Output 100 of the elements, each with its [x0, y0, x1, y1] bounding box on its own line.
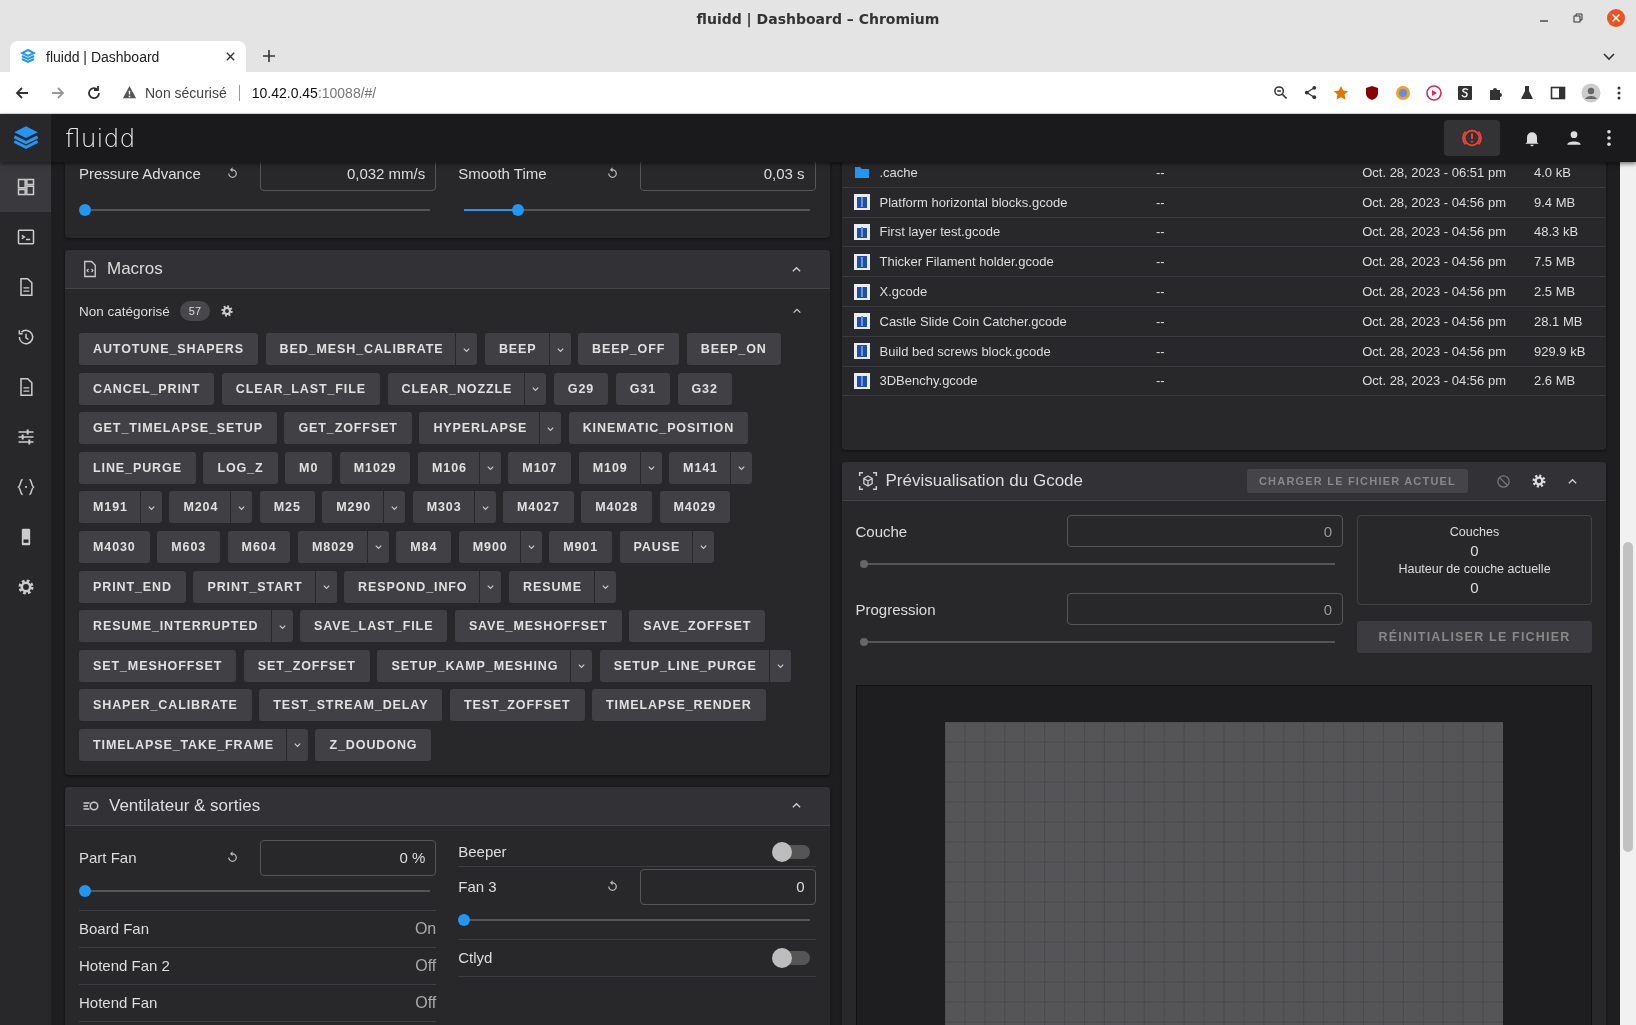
close-icon[interactable] [225, 51, 236, 62]
file-row[interactable]: Thicker Filament holder.gcode -- Oct. 28, 2023 - 04:56 pm 7.5 MB [841, 247, 1606, 278]
macro-button[interactable]: G31 [615, 372, 670, 405]
macro-button[interactable]: Z_DOUDONG [315, 728, 432, 761]
macro-button[interactable]: G32 [677, 372, 732, 405]
security-label[interactable]: Non sécurisé [145, 84, 227, 101]
scrollbar[interactable] [1620, 162, 1636, 1025]
macro-button[interactable]: G29 [553, 372, 609, 405]
macro-button[interactable]: M604 [227, 530, 291, 563]
toggle-switch[interactable] [773, 950, 810, 965]
new-tab-icon[interactable] [262, 49, 276, 63]
file-row[interactable]: First layer test.gcode -- Oct. 28, 2023 - 04:56 pm 48.3 kB [841, 217, 1606, 248]
slider-thumb[interactable] [511, 204, 524, 216]
zoom-icon[interactable] [1273, 85, 1288, 100]
macro-button[interactable]: M107 [508, 451, 572, 484]
file-row[interactable]: Castle Slide Coin Catcher.gcode -- Oct. 28, 2023 - 04:56 pm 28.1 MB [841, 307, 1606, 337]
macro-button[interactable]: KINEMATIC_POSITION [568, 412, 749, 445]
macro-button[interactable]: M84 [396, 530, 452, 563]
macro-button[interactable]: M4030 [79, 530, 150, 563]
value-field[interactable]: 0,032 mm/s [260, 162, 437, 191]
value-field[interactable]: 0 [1067, 515, 1343, 547]
macro-button[interactable]: TIMELAPSE_TAKE_FRAME [79, 728, 286, 761]
macro-button[interactable]: M109 [578, 451, 640, 484]
slider-thumb[interactable] [79, 884, 91, 897]
macro-button[interactable]: GET_TIMELAPSE_SETUP [79, 412, 277, 445]
file-row[interactable]: Platform horizontal blocks.gcode -- Oct. 28, 2023 - 04:56 pm 9.4 MB [841, 187, 1606, 218]
macro-button[interactable]: HYPERLAPSE [419, 412, 540, 445]
forward-icon[interactable] [50, 84, 66, 101]
macro-button[interactable]: LINE_PURGE [79, 451, 196, 484]
slider-thumb[interactable] [859, 638, 868, 646]
chevron-up-icon[interactable] [791, 306, 802, 316]
macro-button[interactable]: M900 [458, 530, 520, 563]
macro-button[interactable]: PRINT_END [79, 570, 186, 603]
square-icon[interactable] [1457, 84, 1473, 101]
reload-icon[interactable] [86, 84, 102, 101]
macro-button[interactable]: M141 [669, 451, 730, 484]
macro-button[interactable]: PRINT_START [193, 570, 315, 603]
macro-button[interactable]: BEEP [484, 333, 549, 365]
restore-icon[interactable] [1572, 12, 1584, 24]
settings-icon[interactable] [1531, 473, 1547, 489]
macro-button[interactable]: SET_MESHOFFSET [79, 649, 237, 682]
macro-button[interactable]: M8029 [298, 530, 367, 563]
macro-button[interactable]: M25 [259, 491, 315, 524]
slider-thumb[interactable] [458, 913, 471, 926]
macro-button[interactable]: SHAPER_CALIBRATE [79, 689, 252, 722]
more-icon[interactable] [1606, 129, 1612, 147]
star-icon[interactable] [1333, 84, 1349, 101]
emergency-stop-button[interactable] [1444, 120, 1500, 156]
more-icon[interactable] [1616, 84, 1622, 101]
macro-button[interactable]: M901 [549, 530, 612, 563]
value-field[interactable]: 0,03 s [639, 162, 816, 191]
macro-button[interactable]: PAUSE [619, 530, 693, 563]
macro-button[interactable]: CLEAR_NOZZLE [387, 372, 525, 405]
logo-icon[interactable] [11, 124, 40, 152]
macro-button[interactable]: TEST_STREAM_DELAY [259, 689, 443, 722]
back-icon[interactable] [14, 84, 30, 101]
globe-icon[interactable] [1395, 84, 1411, 101]
macro-button[interactable]: M106 [417, 451, 479, 484]
macro-button[interactable]: RESPOND_INFO [344, 570, 480, 603]
slider-thumb[interactable] [79, 204, 91, 216]
browser-tab[interactable]: fluidd | Dashboard [10, 41, 246, 72]
sidebar-icon[interactable] [1550, 84, 1566, 101]
value-field[interactable]: 0 [1067, 593, 1343, 625]
macro-button[interactable]: M204 [169, 491, 231, 524]
macro-button[interactable]: M303 [412, 491, 474, 524]
macro-button[interactable]: RESUME_INTERRUPTED [79, 610, 271, 643]
flask-icon[interactable] [1519, 84, 1535, 101]
value-field[interactable]: 0 [639, 868, 816, 905]
macro-button[interactable]: LOG_Z [203, 451, 278, 484]
macro-button[interactable]: AUTOTUNE_SHAPERS [79, 333, 258, 365]
macro-button[interactable]: TIMELAPSE_RENDER [592, 689, 766, 722]
value-field[interactable]: 0 % [260, 839, 437, 876]
macro-button[interactable]: M603 [157, 530, 221, 563]
macro-button[interactable]: CLEAR_LAST_FILE [221, 372, 381, 405]
macro-button[interactable]: SAVE_LAST_FILE [300, 610, 448, 643]
macro-button[interactable]: M4029 [659, 491, 731, 524]
macro-button[interactable]: BED_MESH_CALIBRATE [265, 333, 456, 365]
file-row[interactable]: Build bed screws block.gcode -- Oct. 28, 2023 - 04:56 pm 929.9 kB [841, 336, 1606, 367]
shield-icon[interactable] [1364, 84, 1380, 101]
share-icon[interactable] [1303, 85, 1318, 100]
macro-button[interactable]: M4027 [503, 491, 574, 524]
warning-icon[interactable] [122, 85, 137, 100]
file-row[interactable]: X.gcode -- Oct. 28, 2023 - 04:56 pm 2.5 MB [841, 277, 1606, 307]
macro-button[interactable]: M4028 [581, 491, 652, 524]
macro-button[interactable]: M1029 [339, 451, 411, 484]
macro-button[interactable]: SETUP_KAMP_MESHING [377, 649, 571, 682]
toggle-switch[interactable] [773, 844, 810, 859]
macro-button[interactable]: SETUP_LINE_PURGE [599, 649, 769, 682]
macro-button[interactable]: TEST_ZOFFSET [449, 689, 585, 722]
avatar-icon[interactable] [1581, 82, 1601, 103]
macro-button[interactable]: CANCEL_PRINT [79, 372, 215, 405]
nav-item[interactable] [0, 162, 51, 212]
block-icon[interactable] [1496, 473, 1511, 489]
slider-thumb[interactable] [859, 560, 868, 568]
macro-button[interactable]: GET_ZOFFSET [284, 412, 412, 445]
settings-icon[interactable] [220, 304, 235, 318]
file-row[interactable]: .cache -- Oct. 28, 2023 - 06:51 pm 4.0 kB [841, 162, 1606, 188]
macro-button[interactable]: SAVE_MESHOFFSET [454, 610, 622, 643]
macro-button[interactable]: RESUME [509, 570, 594, 603]
macro-button[interactable]: SAVE_ZOFFSET [629, 610, 766, 643]
